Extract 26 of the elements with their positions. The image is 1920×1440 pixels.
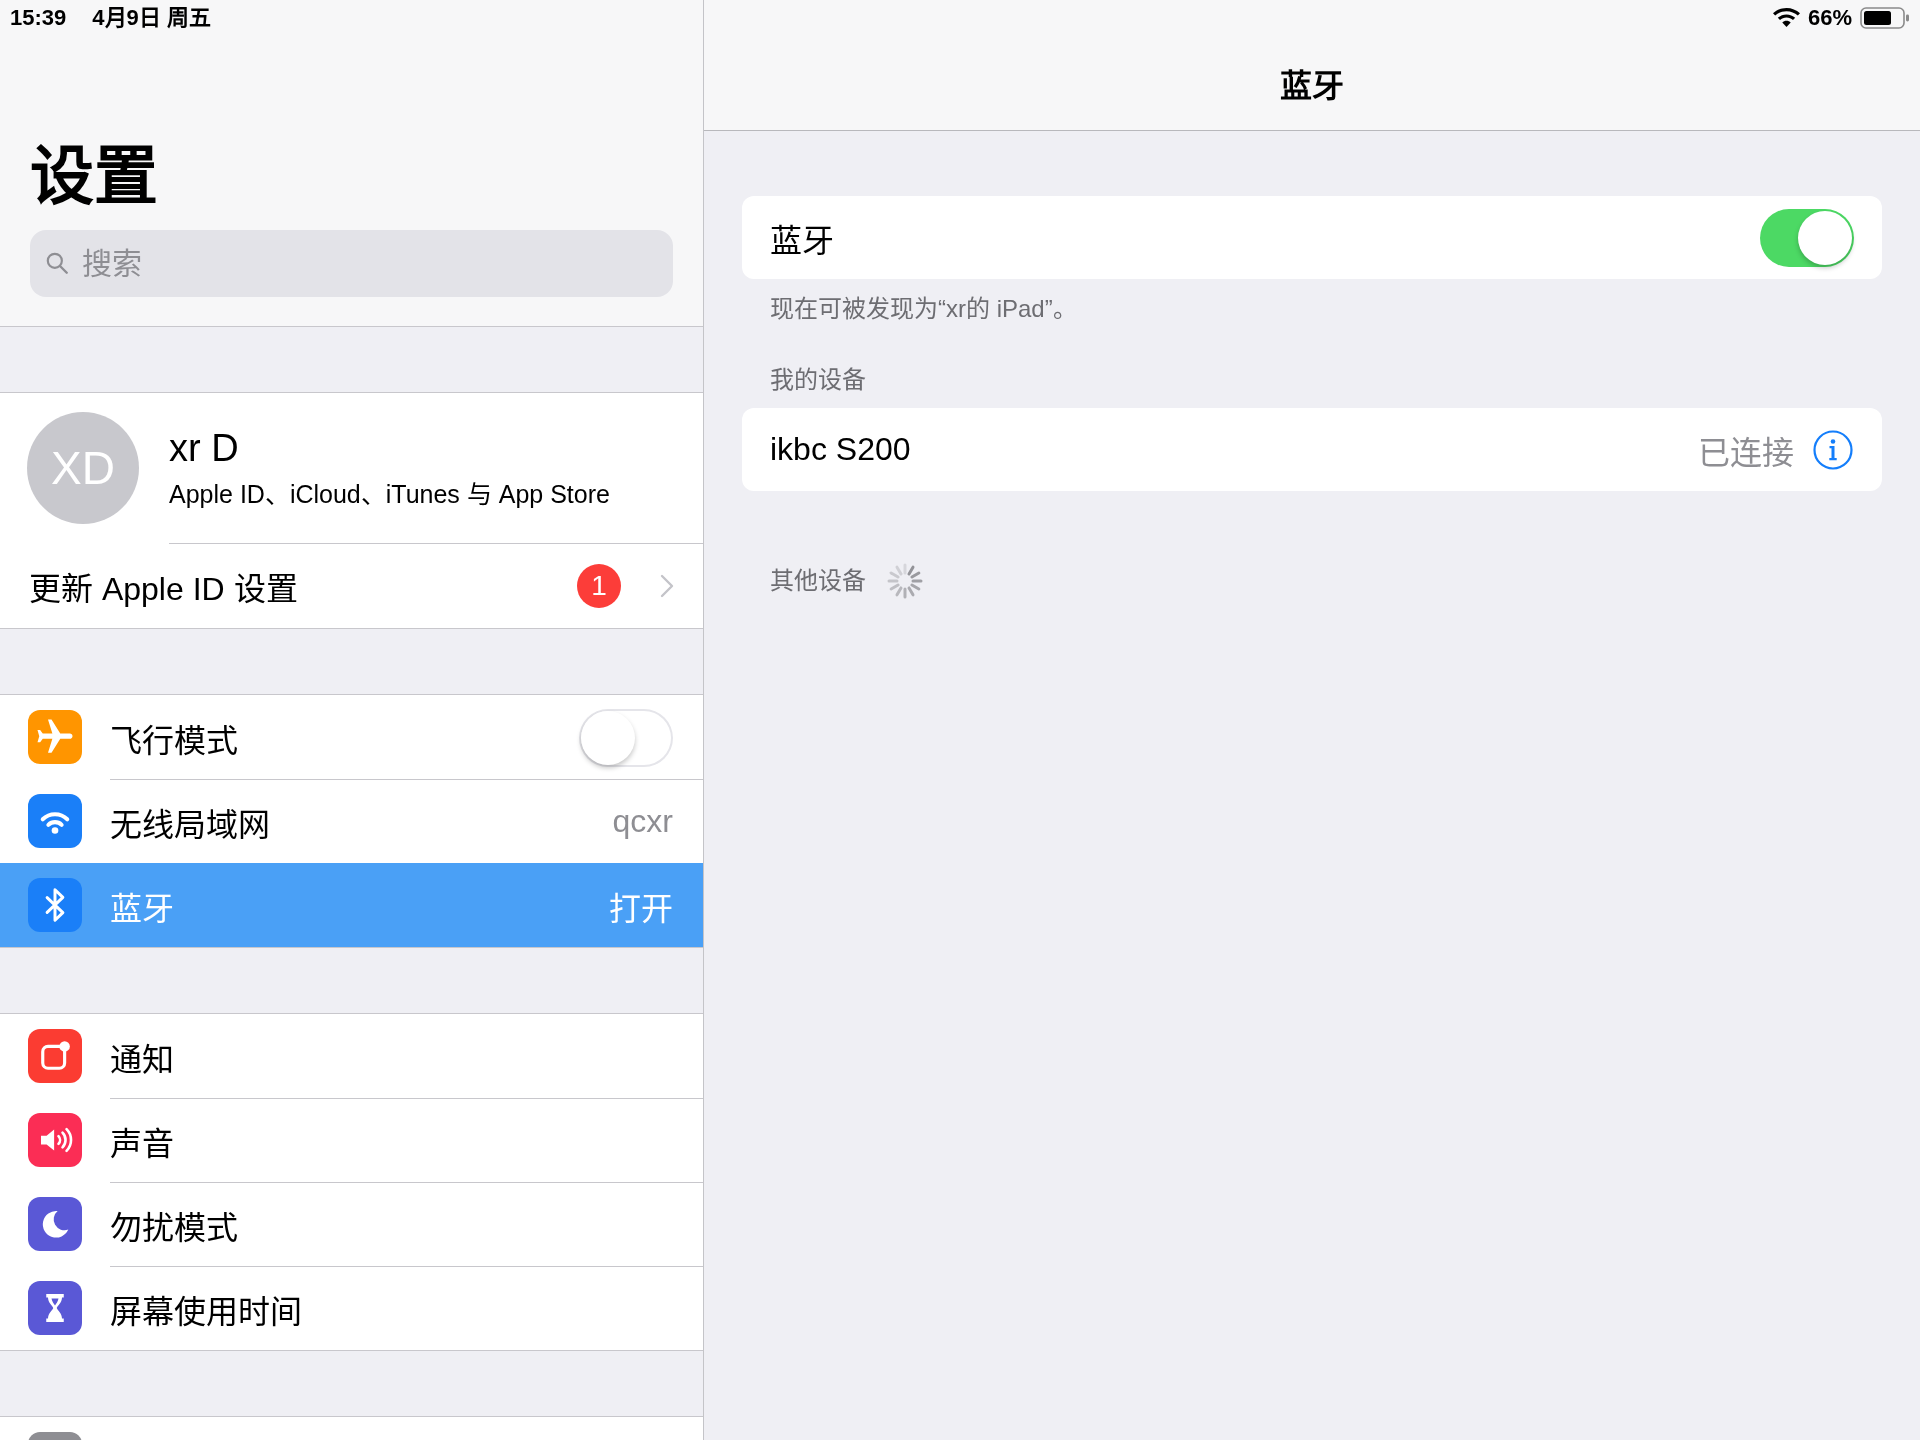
toggle-switch[interactable] bbox=[579, 708, 673, 767]
battery-icon bbox=[1860, 7, 1910, 29]
device-row[interactable]: ikbc S200 已连接 bbox=[742, 408, 1882, 491]
info-icon[interactable] bbox=[1813, 429, 1853, 470]
device-name: ikbc S200 bbox=[770, 431, 912, 468]
setting-label: 蓝牙 bbox=[770, 221, 834, 261]
sidebar-item[interactable]: 更新 Apple ID 设置 1 bbox=[0, 544, 703, 628]
wifi-signal-icon bbox=[1772, 8, 1800, 28]
account-subtitle: Apple ID、iCloud、iTunes 与 App Store bbox=[169, 479, 610, 510]
nav-title: 蓝牙 bbox=[1280, 67, 1344, 106]
search-icon bbox=[44, 250, 70, 276]
discoverable-note: 现在可被发现为“xr的 iPad”。 bbox=[770, 294, 1077, 324]
page-title: 设置 bbox=[29, 139, 159, 214]
section-header: 我的设备 bbox=[770, 365, 866, 395]
account-name: xr D bbox=[169, 426, 239, 471]
status-date: 4月9日 周五 bbox=[92, 5, 211, 31]
section-header: 其他设备 bbox=[770, 566, 866, 596]
notification-badge: 1 bbox=[577, 564, 621, 608]
toggle-switch[interactable] bbox=[1760, 208, 1854, 267]
search-field[interactable]: 搜索 bbox=[30, 230, 673, 297]
battery-percent: 66% bbox=[1807, 5, 1852, 31]
item-value: qcxr bbox=[612, 803, 673, 840]
item-value: 打开 bbox=[609, 889, 673, 929]
status-time: 15:39 bbox=[10, 5, 67, 31]
connection-status: 已连接 bbox=[1698, 433, 1794, 473]
chevron-icon bbox=[660, 574, 674, 598]
